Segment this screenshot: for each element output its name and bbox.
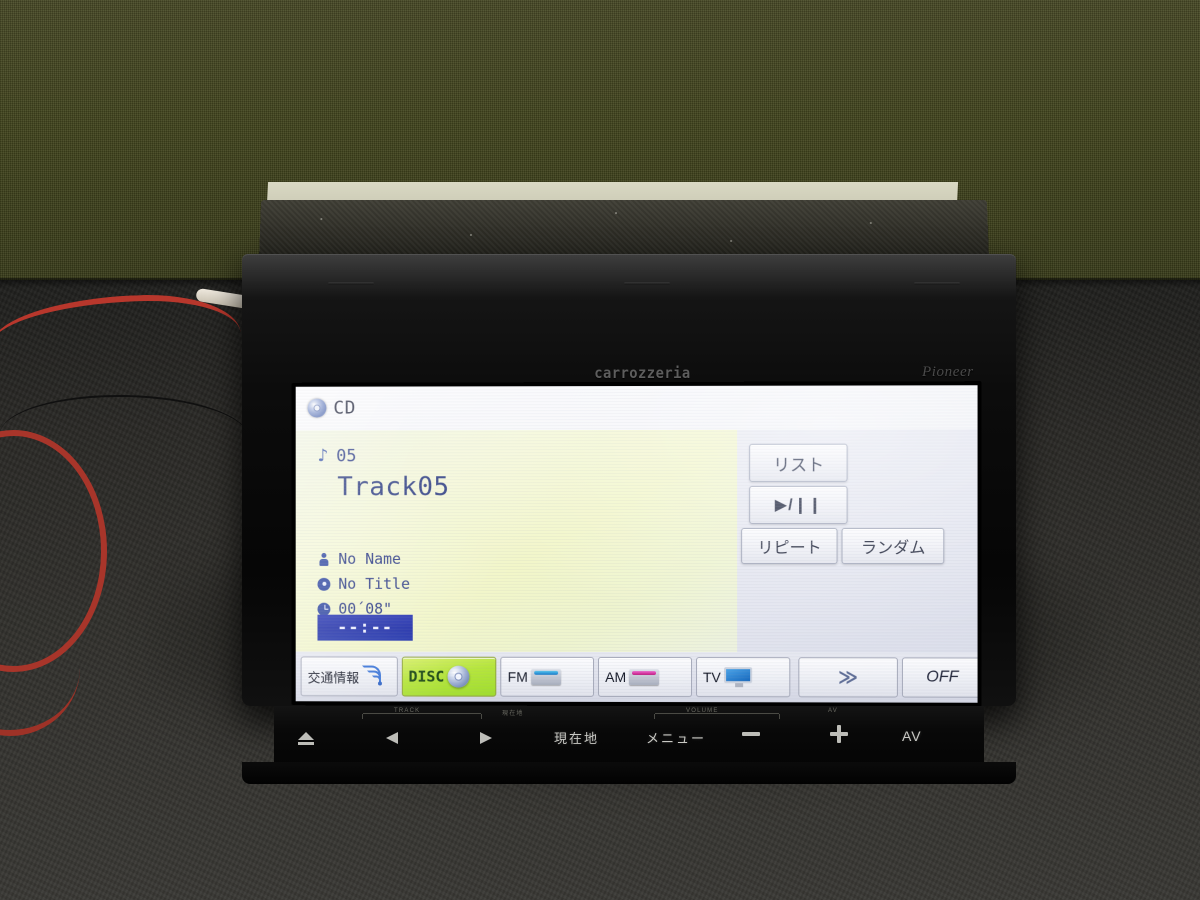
source-tv[interactable]: TV — [695, 657, 790, 698]
disc-icon — [317, 577, 331, 591]
radio-tuner-icon — [629, 668, 660, 686]
av-button[interactable]: AV — [902, 728, 922, 744]
eject-icon[interactable] — [298, 732, 314, 745]
cd-disc-icon — [307, 398, 327, 418]
minus-icon[interactable] — [742, 732, 760, 736]
play-pause-button[interactable]: ▶/❙❙ — [749, 485, 848, 524]
hardware-caption-track: TRACK — [394, 708, 421, 714]
current-location-button[interactable]: 現在地 — [554, 728, 599, 747]
source-am-label: AM — [605, 668, 627, 685]
photo-scene: carrozzeria Pioneer CD ♪ 05 Track05 No N… — [0, 0, 1200, 900]
track-metadata: No Name No Title 00´08" — [317, 550, 410, 618]
chassis-bottom-edge — [242, 762, 1016, 784]
source-fm-label: FM — [507, 668, 528, 685]
source-off-button[interactable]: OFF — [902, 657, 978, 698]
source-badge: CD — [307, 397, 356, 419]
vent-slot — [328, 282, 374, 285]
source-traffic-info[interactable]: 交通情報 — [300, 656, 398, 697]
chassis-gloss — [242, 254, 1016, 298]
television-icon — [723, 667, 754, 688]
foam-pad — [258, 200, 990, 263]
screen-header: CD — [296, 385, 978, 430]
touchscreen[interactable]: CD ♪ 05 Track05 No Name No Title 00´08" … — [295, 385, 978, 703]
artist-row: No Name — [317, 550, 410, 568]
now-playing-panel: ♪ 05 Track05 No Name No Title 00´08" --:… — [295, 429, 738, 653]
hardware-button-strip: TRACK 現在地 VOLUME AV 現在地 メニュー AV — [274, 706, 984, 764]
menu-button[interactable]: メニュー — [646, 728, 706, 747]
source-fm[interactable]: FM — [500, 656, 595, 697]
clock-icon — [317, 602, 331, 616]
track-title: Track05 — [337, 472, 450, 503]
source-traffic-label: 交通情報 — [307, 669, 360, 685]
source-badge-label: CD — [333, 397, 356, 419]
source-am[interactable]: AM — [598, 656, 692, 698]
vent-slot — [624, 282, 670, 285]
clock-display: --:-- — [317, 614, 413, 641]
source-next-page-button[interactable]: ≫ — [797, 657, 899, 698]
broadcast-wave-icon — [362, 665, 382, 686]
chevron-double-right-icon: ≫ — [837, 666, 858, 688]
next-track-icon[interactable] — [480, 732, 492, 744]
hardware-caption-av: AV — [828, 708, 838, 714]
radio-tuner-icon — [530, 668, 561, 685]
volume-bracket — [654, 713, 780, 719]
source-bar: 交通情報 DISC FM AM TV ≫ OFF — [295, 651, 978, 703]
source-tv-label: TV — [702, 669, 721, 686]
device-chassis: carrozzeria Pioneer CD ♪ 05 Track05 No N… — [242, 254, 1016, 784]
track-bracket — [362, 713, 482, 719]
playback-controls: リスト ▶/❙❙ リピート ランダム — [737, 429, 978, 653]
plus-icon[interactable] — [830, 725, 848, 743]
source-disc[interactable]: DISC — [401, 656, 497, 697]
car-audio-head-unit: carrozzeria Pioneer CD ♪ 05 Track05 No N… — [242, 176, 1016, 784]
vent-slot — [914, 282, 960, 285]
hardware-captions: TRACK 現在地 VOLUME AV — [274, 706, 984, 722]
track-number-row: ♪ 05 — [317, 445, 357, 467]
music-note-icon: ♪ — [317, 445, 329, 467]
source-off-label: OFF — [926, 668, 959, 686]
hardware-buttons: 現在地 メニュー AV — [274, 724, 984, 756]
brand-pioneer: Pioneer — [922, 364, 974, 380]
track-number: 05 — [336, 446, 357, 467]
cd-disc-icon — [447, 665, 470, 688]
repeat-button[interactable]: リピート — [741, 527, 838, 565]
album-row: No Title — [317, 575, 410, 593]
artist-name: No Name — [338, 549, 402, 568]
brand-carrozzeria: carrozzeria — [594, 364, 691, 382]
random-button[interactable]: ランダム — [841, 527, 945, 565]
previous-track-icon[interactable] — [386, 732, 398, 744]
album-name: No Title — [338, 574, 411, 593]
hardware-caption-location: 現在地 — [502, 711, 524, 717]
source-disc-label: DISC — [408, 667, 445, 686]
hardware-caption-volume: VOLUME — [686, 708, 719, 714]
person-icon — [317, 552, 330, 565]
touchscreen-bezel: CD ♪ 05 Track05 No Name No Title 00´08" … — [291, 381, 982, 707]
list-button[interactable]: リスト — [749, 443, 848, 482]
